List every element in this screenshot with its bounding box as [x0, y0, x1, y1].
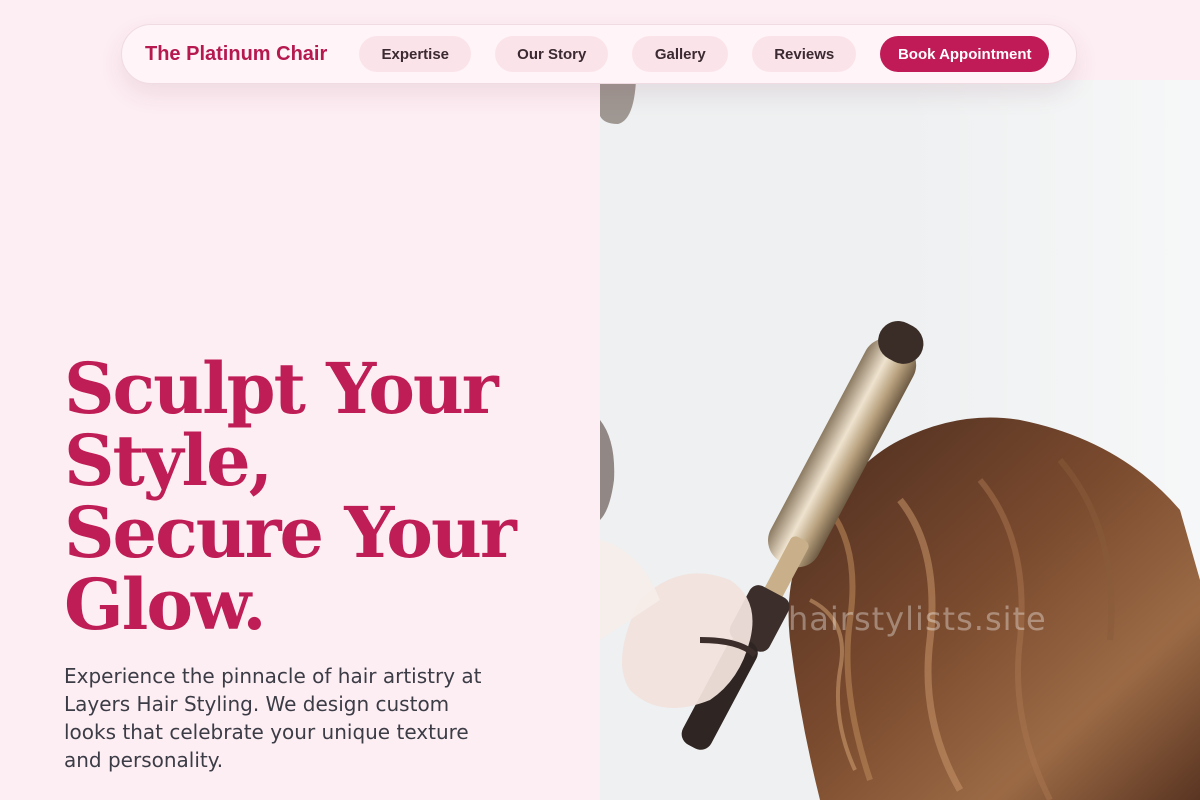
hero-subtitle: Experience the pinnacle of hair artistry… [64, 664, 482, 772]
hero-title-line: Sculpt Your [64, 347, 499, 430]
brand-logo[interactable]: The Platinum Chair [145, 43, 327, 66]
hero-title-line: Secure Your [64, 491, 517, 574]
hero-title-line: Glow. [64, 563, 267, 646]
hair-styling-photo [600, 80, 1200, 800]
hero-title-line: Style, [64, 419, 273, 502]
top-nav: The Platinum Chair Expertise Our Story G… [121, 24, 1077, 84]
nav-item-our-story[interactable]: Our Story [495, 36, 609, 72]
nav-item-gallery[interactable]: Gallery [632, 36, 729, 72]
nav-item-expertise[interactable]: Expertise [359, 36, 472, 72]
book-appointment-button[interactable]: Book Appointment [880, 36, 1050, 72]
nav-item-reviews[interactable]: Reviews [752, 36, 857, 72]
hero-title: Sculpt Your Style, Secure Your Glow. [64, 353, 584, 641]
page: hairstylists.site The Platinum Chair Exp… [0, 0, 1200, 800]
hero-image: hairstylists.site [600, 80, 1200, 800]
watermark: hairstylists.site [788, 600, 1047, 638]
